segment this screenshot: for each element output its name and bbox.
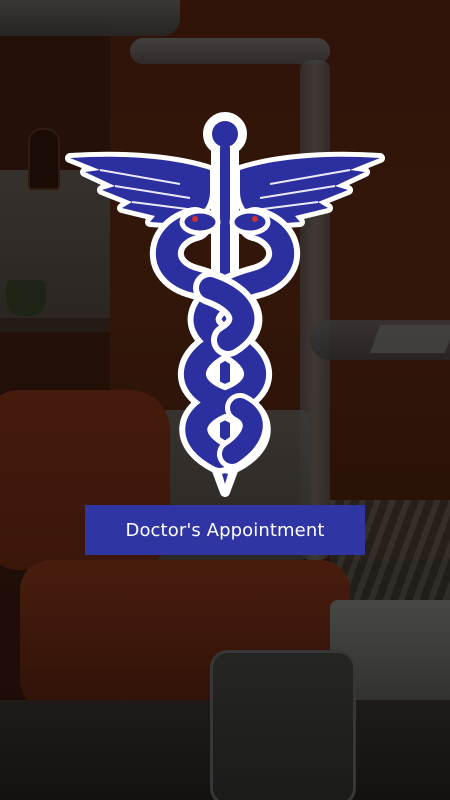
splash-screen: Doctor's Appointment	[0, 0, 450, 800]
app-title-button[interactable]: Doctor's Appointment	[85, 505, 365, 555]
caduceus-icon	[60, 112, 390, 497]
